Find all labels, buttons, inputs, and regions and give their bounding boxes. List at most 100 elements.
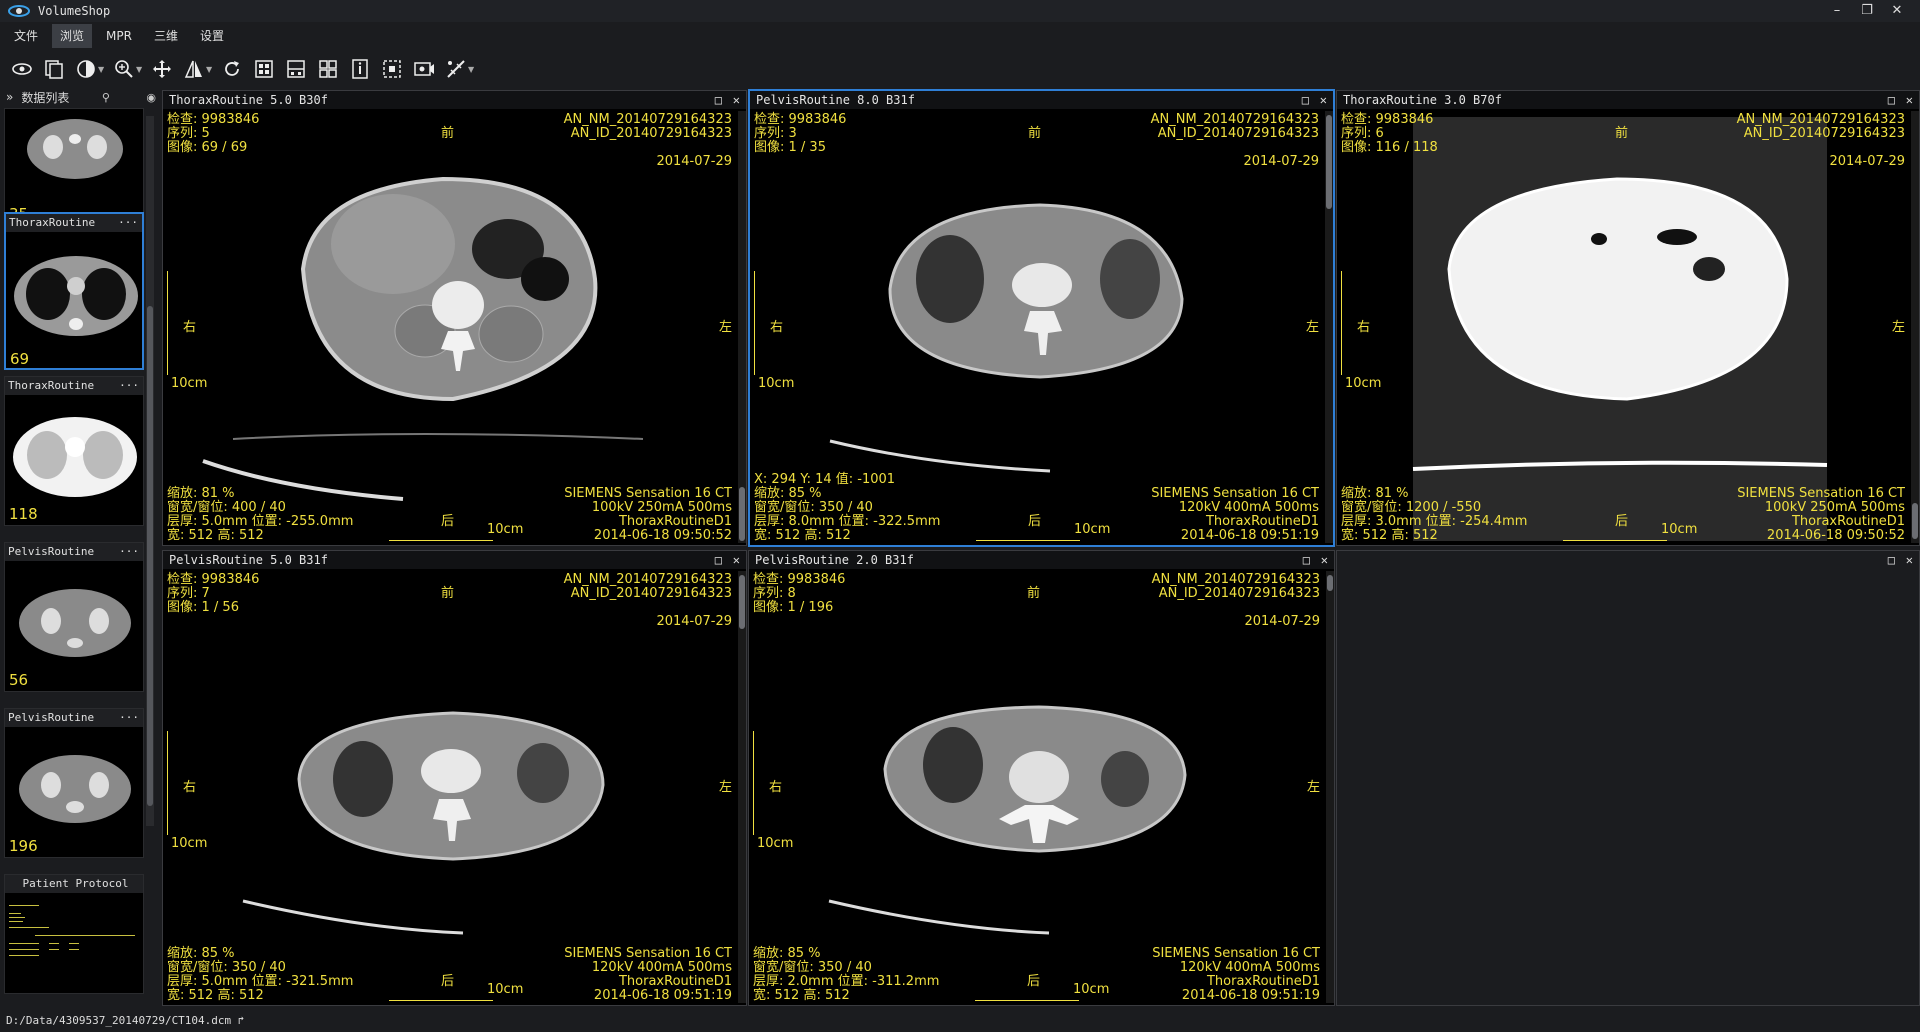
viewport-4[interactable]: PelvisRoutine 5.0 B31f □ ✕ 检查: 9983846 序… bbox=[162, 550, 747, 1006]
viewport-2-maximize-button[interactable]: □ bbox=[1302, 91, 1309, 109]
measure-button[interactable] bbox=[442, 55, 470, 83]
visibility-icon[interactable]: ◉ bbox=[146, 91, 156, 104]
viewport-2-scroll-thumb[interactable] bbox=[1326, 115, 1332, 209]
viewport-3-scroll-thumb[interactable] bbox=[1912, 503, 1918, 539]
minimize-button[interactable]: – bbox=[1822, 0, 1852, 22]
close-button[interactable]: ✕ bbox=[1882, 0, 1912, 22]
viewport-3-maximize-button[interactable]: □ bbox=[1888, 91, 1895, 109]
viewport-2[interactable]: PelvisRoutine 8.0 B31f □ ✕ 检查: 9983846 序… bbox=[748, 89, 1335, 547]
data-list-panel: » 数据列表 ⚲ ◉ 35 ThoraxRoutine 5.0 ··· 69 Th… bbox=[0, 88, 160, 1008]
viewport-5-h-scale: 10cm bbox=[1073, 982, 1110, 997]
viewport-1-maximize-button[interactable]: □ bbox=[715, 91, 722, 109]
thumb-more-4[interactable]: ··· bbox=[119, 543, 139, 561]
menu-mpr[interactable]: MPR bbox=[98, 24, 140, 48]
contrast-button[interactable] bbox=[72, 55, 100, 83]
viewport-4-maximize-button[interactable]: □ bbox=[715, 551, 722, 569]
viewport-2-close-button[interactable]: ✕ bbox=[1320, 91, 1327, 109]
viewport-1-scroll-thumb[interactable] bbox=[739, 487, 745, 541]
thumb-more-5[interactable]: ··· bbox=[119, 709, 139, 727]
data-list-scroll-thumb[interactable] bbox=[147, 306, 153, 806]
viewport-2-v-scale: 10cm bbox=[758, 376, 795, 391]
viewport-3-scrollbar[interactable] bbox=[1911, 111, 1919, 543]
viewport-1-close-button[interactable]: ✕ bbox=[733, 91, 740, 109]
series-thumb-2[interactable]: ThoraxRoutine 5.0 ··· 69 bbox=[4, 212, 144, 370]
viewport-5-scrollbar[interactable] bbox=[1326, 571, 1334, 1003]
viewport-3-close-button[interactable]: ✕ bbox=[1906, 91, 1913, 109]
menu-file[interactable]: 文件 bbox=[6, 24, 46, 48]
viewport-1[interactable]: ThoraxRoutine 5.0 B30f □ ✕ 检查: 9983846 序… bbox=[162, 90, 747, 546]
viewport-4-date: 2014-07-29 bbox=[656, 614, 732, 629]
viewport-4-scroll-thumb[interactable] bbox=[739, 575, 745, 629]
viewport-6-header: □ ✕ bbox=[1337, 551, 1919, 569]
viewport-1-v-ruler bbox=[167, 271, 168, 375]
viewport-5-scroll-thumb[interactable] bbox=[1327, 575, 1333, 591]
viewport-2-size: 宽: 512 高: 512 bbox=[754, 528, 851, 543]
series-thumb-4[interactable]: PelvisRoutine 5.0 ··· 56 bbox=[4, 542, 144, 692]
menu-settings[interactable]: 设置 bbox=[192, 24, 232, 48]
thumb-more-2[interactable]: ··· bbox=[118, 214, 138, 232]
viewport-3-scanner: SIEMENS Sensation 16 CT bbox=[1737, 486, 1905, 501]
grid-2-button[interactable] bbox=[282, 55, 310, 83]
viewport-1-acq-time: 2014-06-18 09:50:52 bbox=[593, 528, 732, 543]
viewport-5-slice: 层厚: 2.0mm 位置: -311.2mm bbox=[753, 974, 940, 989]
flip-dropdown-icon[interactable]: ▼ bbox=[206, 65, 214, 74]
grid-1-button[interactable] bbox=[250, 55, 278, 83]
pin-icon[interactable]: ⚲ bbox=[102, 91, 110, 104]
menu-browse[interactable]: 浏览 bbox=[52, 24, 93, 48]
viewport-4-an-id: AN_ID_20140729164323 bbox=[570, 586, 732, 601]
viewport-5-close-button[interactable]: ✕ bbox=[1321, 551, 1328, 569]
info-icon bbox=[352, 59, 368, 79]
viewport-3-h-ruler bbox=[1563, 535, 1667, 541]
measure-dropdown-icon[interactable]: ▼ bbox=[468, 65, 476, 74]
series-thumb-1[interactable]: 35 bbox=[4, 108, 144, 225]
collapse-icon[interactable]: » bbox=[6, 90, 13, 104]
patient-protocol-thumb[interactable]: Patient Protocol bbox=[4, 874, 144, 994]
screenshot-button[interactable] bbox=[410, 55, 438, 83]
flip-button[interactable] bbox=[180, 55, 208, 83]
series-thumb-3[interactable]: ThoraxRoutine 3.0 ··· 118 bbox=[4, 376, 144, 526]
eye-button[interactable] bbox=[8, 55, 36, 83]
viewport-3-an-nm: AN_NM_20140729164323 bbox=[1736, 112, 1905, 127]
viewport-5-exam: 检查: 9983846 bbox=[753, 572, 846, 587]
viewport-4-scrollbar[interactable] bbox=[738, 571, 746, 1003]
zoom-dropdown-icon[interactable]: ▼ bbox=[136, 65, 144, 74]
layout-button[interactable] bbox=[314, 55, 342, 83]
viewport-3-an-id: AN_ID_20140729164323 bbox=[1743, 126, 1905, 141]
info-button[interactable] bbox=[346, 55, 374, 83]
viewport-1-protocol: ThoraxRoutineD1 bbox=[618, 514, 732, 529]
series-thumb-5[interactable]: PelvisRoutine 2.0 ··· 196 bbox=[4, 708, 144, 858]
grid-1-icon bbox=[255, 60, 273, 78]
roi-button[interactable] bbox=[378, 55, 406, 83]
viewport-5[interactable]: PelvisRoutine 2.0 B31f □ ✕ 检查: 9983846 序… bbox=[748, 550, 1335, 1006]
viewport-4-front-label: 前 bbox=[441, 586, 455, 601]
viewport-3-window: 窗宽/窗位: 1200 / -550 bbox=[1341, 500, 1482, 515]
viewport-3-ct-image bbox=[1412, 117, 1828, 541]
viewport-3[interactable]: ThoraxRoutine 3.0 B70f □ ✕ 检查: 9983846 序… bbox=[1336, 90, 1920, 546]
viewport-6-maximize-button[interactable]: □ bbox=[1888, 551, 1895, 569]
viewport-1-scrollbar[interactable] bbox=[738, 111, 746, 543]
viewport-5-v-scale: 10cm bbox=[757, 836, 794, 851]
zoom-button[interactable] bbox=[110, 55, 138, 83]
data-list-scrollbar[interactable] bbox=[146, 116, 154, 826]
viewport-5-maximize-button[interactable]: □ bbox=[1303, 551, 1310, 569]
viewport-5-h-ruler bbox=[975, 995, 1079, 1001]
thumb-more-3[interactable]: ··· bbox=[119, 377, 139, 395]
viewport-5-image-index: 图像: 1 / 196 bbox=[753, 600, 834, 615]
series-stack-button[interactable] bbox=[40, 55, 68, 83]
viewport-1-slice: 层厚: 5.0mm 位置: -255.0mm bbox=[167, 514, 354, 529]
contrast-dropdown-icon[interactable]: ▼ bbox=[98, 65, 106, 74]
viewport-5-date: 2014-07-29 bbox=[1244, 614, 1320, 629]
viewport-1-params: 100kV 250mA 500ms bbox=[591, 500, 732, 515]
menu-3d[interactable]: 三维 bbox=[146, 24, 186, 48]
viewport-4-title: PelvisRoutine 5.0 B31f bbox=[169, 553, 328, 567]
viewport-4-close-button[interactable]: ✕ bbox=[733, 551, 740, 569]
pan-button[interactable] bbox=[148, 55, 176, 83]
rotate-button[interactable] bbox=[218, 55, 246, 83]
viewport-6-close-button[interactable]: ✕ bbox=[1906, 551, 1913, 569]
maximize-button[interactable]: ❐ bbox=[1852, 0, 1882, 22]
viewport-6-empty[interactable]: □ ✕ bbox=[1336, 550, 1920, 1006]
viewport-3-exam: 检查: 9983846 bbox=[1341, 112, 1434, 127]
viewport-2-image-index: 图像: 1 / 35 bbox=[754, 140, 826, 155]
viewport-1-h-scale: 10cm bbox=[487, 522, 524, 537]
viewport-2-scrollbar[interactable] bbox=[1325, 111, 1333, 543]
